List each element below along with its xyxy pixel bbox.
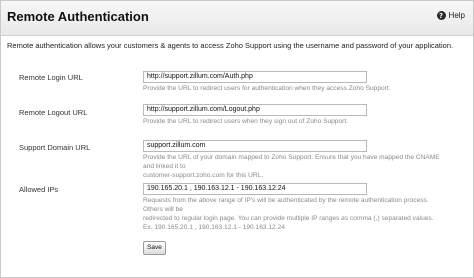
support-domain-url-label: Support Domain URL bbox=[19, 143, 91, 152]
remote-login-url-input[interactable]: http://support.zillum.com/Auth.php bbox=[143, 71, 367, 83]
remote-auth-panel: Remote Authentication ? Help Remote auth… bbox=[0, 0, 474, 278]
help-icon: ? bbox=[436, 11, 446, 20]
support-domain-url-hint: Provide the URL of your domain mapped to… bbox=[143, 153, 443, 180]
remote-login-url-label: Remote Login URL bbox=[19, 73, 83, 82]
support-domain-url-hint-line: Provide the URL of your domain mapped to… bbox=[143, 154, 440, 170]
save-button[interactable]: Save bbox=[143, 241, 166, 255]
support-domain-url-hint-line: customer-support.zoho.com for this URL. bbox=[143, 172, 264, 179]
remote-logout-url-input[interactable]: http://support.zillum.com/Logout.php bbox=[143, 104, 367, 116]
intro-text: Remote authentication allows your custom… bbox=[7, 41, 454, 50]
allowed-ips-hint-line: redirected to regular login page. You ca… bbox=[143, 215, 434, 222]
support-domain-url-input[interactable]: support.zillum.com bbox=[143, 140, 367, 152]
allowed-ips-hint-line: Requests from the above range of IP's wi… bbox=[143, 197, 429, 213]
panel-header: Remote Authentication ? Help bbox=[1, 1, 473, 36]
allowed-ips-input[interactable]: 190.165.20.1 , 190.163.12.1 - 190.163.12… bbox=[143, 183, 367, 195]
allowed-ips-label: Allowed IPs bbox=[19, 185, 59, 194]
remote-logout-url-label: Remote Logout URL bbox=[19, 108, 88, 117]
page-title: Remote Authentication bbox=[7, 9, 149, 24]
remote-login-url-hint: Provide the URL to redirect users for au… bbox=[143, 85, 391, 92]
allowed-ips-hint: Requests from the above range of IP's wi… bbox=[143, 196, 443, 232]
help-link[interactable]: ? Help bbox=[436, 11, 465, 20]
help-label: Help bbox=[448, 11, 465, 20]
remote-logout-url-hint: Provide the URL to redirect users when t… bbox=[143, 118, 349, 125]
allowed-ips-hint-line: Ex. 190.165.20.1 , 190.163.12.1 - 190.16… bbox=[143, 224, 285, 231]
